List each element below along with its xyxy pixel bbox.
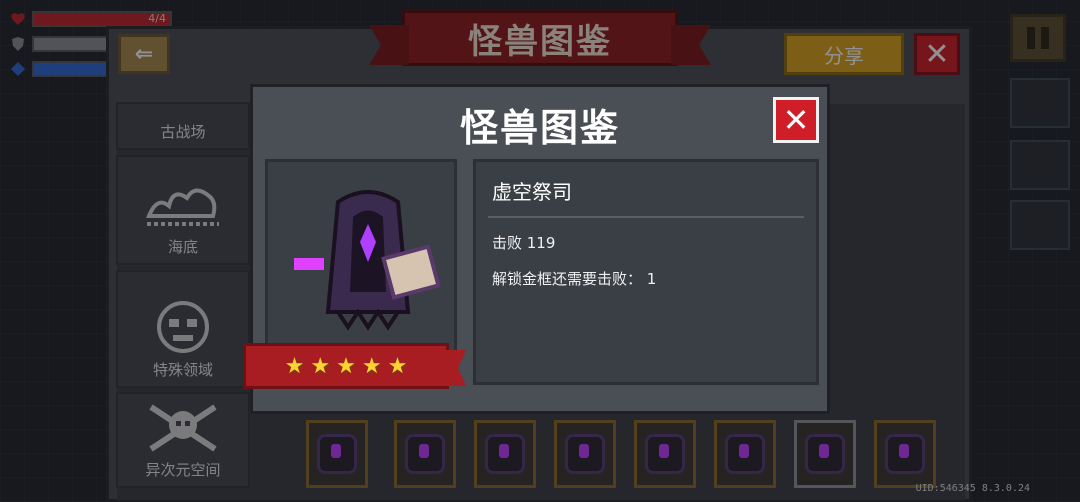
star-icon: ★: [361, 353, 382, 379]
unlock-gold-frame-text: 解锁金框还需要击败： 1: [492, 270, 657, 288]
monster-name: 虚空祭司: [492, 180, 572, 204]
monster-info-panel: 虚空祭司 击败 119 解锁金框还需要击败： 1: [473, 159, 819, 385]
monster-detail-modal: 怪兽图鉴 ✕ 虚空祭司 击败 119 解锁金框还需要击败： 1 ★ ★ ★ ★ …: [243, 84, 830, 414]
divider: [488, 216, 804, 218]
star-icon: ★: [284, 353, 305, 379]
close-modal-button[interactable]: ✕: [773, 97, 819, 143]
star-rating: ★ ★ ★ ★ ★: [243, 343, 449, 389]
modal-title: 怪兽图鉴: [459, 106, 620, 150]
star-icon: ★: [336, 353, 356, 379]
close-icon: ✕: [782, 101, 810, 139]
star-icon: ★: [387, 353, 408, 379]
star-icon: ★: [310, 353, 331, 379]
defeat-count: 击败 119: [492, 234, 556, 252]
